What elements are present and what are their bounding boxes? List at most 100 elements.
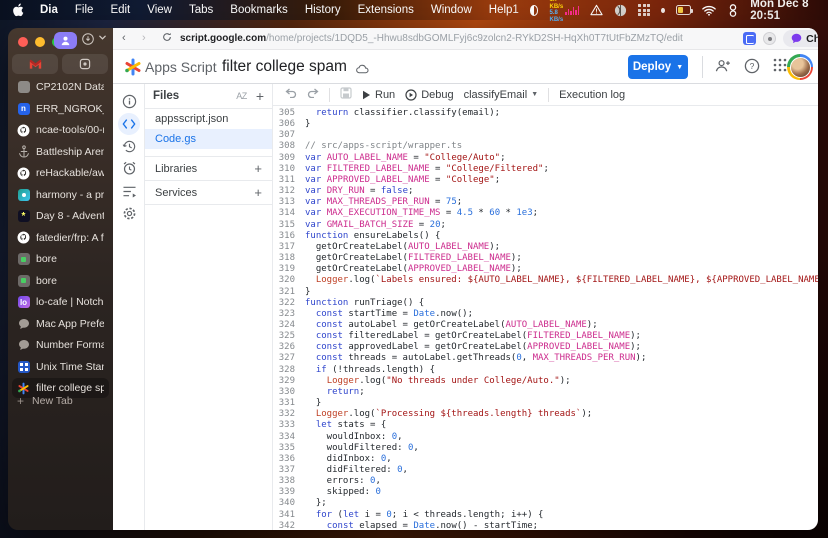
code-line-342[interactable]: 342 const elapsed = Date.now() - startTi…	[273, 521, 818, 530]
menu-item-history[interactable]: History	[305, 4, 341, 16]
function-selector[interactable]: classifyEmail ▼	[464, 89, 539, 101]
sidebar-tab-fatedier-frp-a-fast-rever[interactable]: fatedier/frp: A fast rever	[12, 228, 109, 248]
sidebar-tab-lo-cafe-notchnook[interactable]: lolo-cafe | NotchNook	[12, 292, 109, 312]
wifi-icon[interactable]	[702, 5, 716, 16]
line-number[interactable]: 340	[273, 498, 305, 509]
code-line-339[interactable]: 339 skipped: 0	[273, 487, 818, 498]
line-number[interactable]: 329	[273, 376, 305, 387]
control-center-icon[interactable]	[727, 4, 739, 17]
code-line-340[interactable]: 340 };	[273, 498, 818, 509]
line-number[interactable]: 327	[273, 353, 305, 364]
code-line-329[interactable]: 329 Logger.log("No threads under College…	[273, 376, 818, 387]
save-icon[interactable]	[340, 87, 352, 102]
minimize-window-button[interactable]	[35, 37, 45, 47]
back-button[interactable]: ‹	[122, 33, 126, 44]
line-number[interactable]: 319	[273, 264, 305, 275]
sidebar-tab-err-ngrok-3200-th[interactable]: nERR_NGROK_3200 - Th	[12, 99, 109, 119]
dot-status-icon[interactable]	[661, 8, 665, 13]
debug-button[interactable]: Debug	[405, 89, 453, 101]
code-line-319[interactable]: 319 getOrCreateLabel(APPROVED_LABEL_NAME…	[273, 264, 818, 275]
line-number[interactable]: 338	[273, 476, 305, 487]
warning-status-icon[interactable]	[590, 4, 603, 16]
line-number[interactable]: 306	[273, 119, 305, 130]
forward-button[interactable]: ›	[142, 33, 146, 44]
code-line-331[interactable]: 331 }	[273, 398, 818, 409]
line-number[interactable]: 318	[273, 253, 305, 264]
menu-item-view[interactable]: View	[147, 4, 172, 16]
line-number[interactable]: 333	[273, 420, 305, 431]
line-number[interactable]: 315	[273, 220, 305, 231]
line-number[interactable]: 312	[273, 186, 305, 197]
line-number[interactable]: 339	[273, 487, 305, 498]
close-window-button[interactable]	[18, 37, 28, 47]
code-line-315[interactable]: 315var GMAIL_BATCH_SIZE = 20;	[273, 220, 818, 231]
menu-item-window[interactable]: Window	[431, 4, 472, 16]
url-field[interactable]: script.google.com/home/projects/1DQD5_-H…	[180, 33, 683, 44]
code-line-326[interactable]: 326 const approvedLabel = getOrCreateLab…	[273, 342, 818, 353]
profile-button[interactable]	[54, 32, 77, 49]
grid-status-icon[interactable]	[638, 4, 650, 16]
redo-icon[interactable]	[307, 88, 319, 101]
line-number[interactable]: 330	[273, 387, 305, 398]
line-number[interactable]: 308	[273, 141, 305, 152]
sidebar-tab-harmony-a-procedural[interactable]: harmony - a procedural	[12, 185, 109, 205]
undo-icon[interactable]	[285, 88, 297, 101]
code-line-337[interactable]: 337 didFiltered: 0,	[273, 465, 818, 476]
google-apps-grid-icon[interactable]	[773, 58, 787, 77]
run-button[interactable]: Run	[362, 89, 395, 101]
menu-item-dia[interactable]: Dia	[40, 4, 58, 16]
code-line-325[interactable]: 325 const filteredLabel = getOrCreateLab…	[273, 331, 818, 342]
menu-bar-clock[interactable]: Mon Dec 8 20:51	[750, 0, 818, 22]
menu-item-extensions[interactable]: Extensions	[358, 4, 414, 16]
line-number[interactable]: 337	[273, 465, 305, 476]
share-add-user-icon[interactable]	[714, 58, 731, 78]
code-line-336[interactable]: 336 didInbox: 0,	[273, 454, 818, 465]
capture-shortcut-button[interactable]	[62, 54, 108, 74]
line-number[interactable]: 331	[273, 398, 305, 409]
line-number[interactable]: 328	[273, 365, 305, 376]
code-line-312[interactable]: 312var DRY_RUN = false;	[273, 186, 818, 197]
contrast-status-icon[interactable]	[530, 5, 539, 16]
chevron-down-icon[interactable]	[98, 33, 107, 44]
network-speed-indicator[interactable]: 1.7 KB/s 5.8 KB/s	[549, 0, 579, 23]
project-history-icon[interactable]	[121, 138, 137, 154]
battery-icon[interactable]	[676, 5, 691, 15]
add-service-icon[interactable]: +	[254, 185, 262, 200]
code-line-313[interactable]: 313var MAX_THREADS_PER_RUN = 75;	[273, 197, 818, 208]
line-number[interactable]: 326	[273, 342, 305, 353]
code-line-308[interactable]: 308// src/apps-script/wrapper.ts	[273, 141, 818, 152]
globe-status-icon[interactable]	[614, 4, 627, 17]
menu-item-help[interactable]: Help	[489, 4, 513, 16]
line-number[interactable]: 325	[273, 331, 305, 342]
code-line-335[interactable]: 335 wouldFiltered: 0,	[273, 443, 818, 454]
code-line-320[interactable]: 320 Logger.log(`Labels ensured: ${AUTO_L…	[273, 275, 818, 286]
sidebar-tab-rehackable-awesome-m[interactable]: reHackable/awesome-m	[12, 163, 109, 183]
code-line-311[interactable]: 311var APPROVED_LABEL_NAME = "College";	[273, 175, 818, 186]
help-icon[interactable]: ?	[744, 58, 760, 79]
code-line-324[interactable]: 324 const autoLabel = getOrCreateLabel(A…	[273, 320, 818, 331]
code-line-338[interactable]: 338 errors: 0,	[273, 476, 818, 487]
project-title[interactable]: filter college spam	[222, 58, 347, 76]
sidebar-tab-ncae-tools-00-mini-ha[interactable]: ncae-tools/00-mini-ha	[12, 120, 109, 140]
code-line-341[interactable]: 341 for (let i = 0; i < threads.length; …	[273, 510, 818, 521]
gmail-shortcut-button[interactable]	[12, 54, 58, 74]
overview-info-icon[interactable]	[121, 93, 137, 109]
line-number[interactable]: 310	[273, 164, 305, 175]
code-line-334[interactable]: 334 wouldInbox: 0,	[273, 432, 818, 443]
code-line-307[interactable]: 307	[273, 130, 818, 141]
line-number[interactable]: 321	[273, 287, 305, 298]
sidebar-tab-unix-time-stamp-epoc[interactable]: Unix Time Stamp - Epoc	[12, 357, 109, 377]
account-avatar[interactable]	[787, 54, 813, 80]
line-number[interactable]: 334	[273, 432, 305, 443]
line-number[interactable]: 320	[273, 275, 305, 286]
line-number[interactable]: 309	[273, 153, 305, 164]
execution-log-button[interactable]: Execution log	[559, 89, 625, 101]
code-line-316[interactable]: 316function ensureLabels() {	[273, 231, 818, 242]
code-line-323[interactable]: 323 const startTime = Date.now();	[273, 309, 818, 320]
code-line-309[interactable]: 309var AUTO_LABEL_NAME = "College/Auto";	[273, 153, 818, 164]
file-item-code-gs[interactable]: Code.gs	[145, 129, 272, 149]
code-line-317[interactable]: 317 getOrCreateLabel(AUTO_LABEL_NAME);	[273, 242, 818, 253]
code-line-330[interactable]: 330 return;	[273, 387, 818, 398]
line-number[interactable]: 313	[273, 197, 305, 208]
line-number[interactable]: 332	[273, 409, 305, 420]
